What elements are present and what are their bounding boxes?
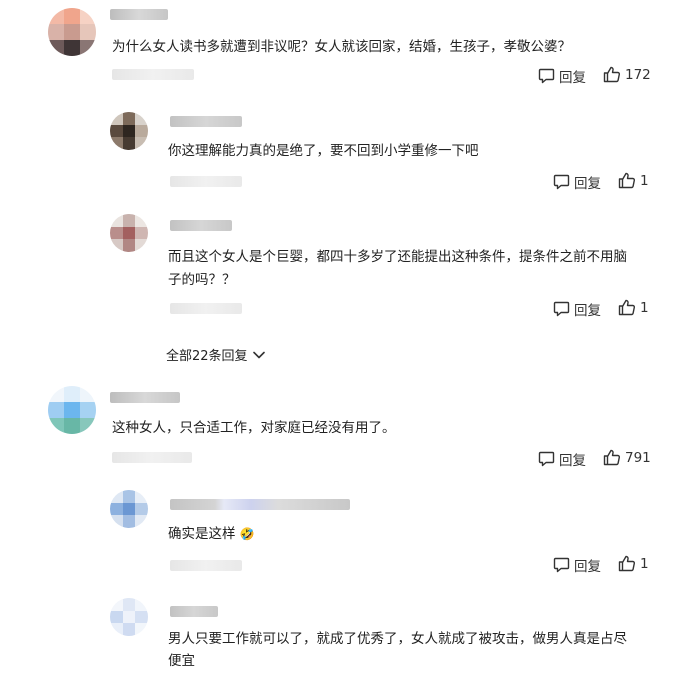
comment-bubble-icon (538, 451, 555, 467)
avatar[interactable] (110, 112, 148, 150)
username[interactable] (110, 9, 168, 20)
username[interactable] (170, 116, 242, 127)
like-count: 791 (625, 449, 651, 466)
avatar[interactable] (110, 490, 148, 528)
reply-label: 回复 (574, 303, 601, 319)
avatar[interactable] (48, 386, 96, 434)
username[interactable] (170, 606, 218, 617)
thumbs-up-icon (618, 299, 636, 316)
thumbs-up-icon (603, 66, 621, 83)
reply-label: 回复 (574, 559, 601, 575)
username[interactable] (170, 499, 350, 510)
avatar[interactable] (48, 8, 96, 56)
laughing-emoji-icon: 🤣 (239, 527, 255, 541)
reply-button[interactable]: 回复 (553, 299, 601, 319)
like-count: 1 (640, 299, 649, 316)
like-count: 1 (640, 555, 649, 572)
username[interactable] (170, 220, 232, 231)
timestamp (170, 560, 242, 571)
comment-text: 子的吗？？ (168, 272, 236, 288)
view-all-replies-label: 全部22条回复 (166, 349, 248, 364)
comment-bubble-icon (553, 174, 570, 190)
avatar[interactable] (110, 214, 148, 252)
like-button[interactable]: 1 (618, 299, 649, 316)
reply-button[interactable]: 回复 (553, 555, 601, 575)
view-all-replies-link[interactable]: 全部22条回复 (166, 345, 266, 364)
like-button[interactable]: 1 (618, 172, 649, 189)
comment-text: 而且这个女人是个巨婴，都四十多岁了还能提出这种条件，提条件之前不用脑 (168, 249, 627, 265)
timestamp (112, 69, 194, 80)
reply-button[interactable]: 回复 (538, 66, 586, 86)
thumbs-up-icon (603, 449, 621, 466)
thumbs-up-icon (618, 555, 636, 572)
timestamp (170, 176, 242, 187)
timestamp (112, 452, 192, 463)
comment-text: 你这理解能力真的是绝了，要不回到小学重修一下吧 (168, 143, 479, 159)
thumbs-up-icon (618, 172, 636, 189)
comment-text: 这种女人，只合适工作，对家庭已经没有用了。 (112, 420, 396, 436)
comment-bubble-icon (538, 68, 555, 84)
reply-label: 回复 (559, 453, 586, 469)
comment-bubble-icon (553, 557, 570, 573)
comment-text-body: 确实是这样 (168, 526, 236, 542)
username[interactable] (110, 392, 180, 403)
reply-button[interactable]: 回复 (538, 449, 586, 469)
avatar[interactable] (110, 598, 148, 636)
comment-text: 确实是这样 🤣 (168, 522, 255, 546)
like-button[interactable]: 172 (603, 66, 651, 83)
like-button[interactable]: 791 (603, 449, 651, 466)
like-button[interactable]: 1 (618, 555, 649, 572)
timestamp (170, 303, 242, 314)
comment-bubble-icon (553, 301, 570, 317)
comment-text: 便宜 (168, 653, 195, 669)
comment-text: 男人只要工作就可以了，就成了优秀了，女人就成了被攻击，做男人真是占尽 (168, 631, 627, 647)
like-count: 1 (640, 172, 649, 189)
like-count: 172 (625, 66, 651, 83)
comment-text: 为什么女人读书多就遭到非议呢？女人就该回家，结婚，生孩子，孝敬公婆？ (112, 39, 571, 55)
chevron-down-icon (252, 350, 266, 360)
reply-label: 回复 (574, 176, 601, 192)
reply-label: 回复 (559, 70, 586, 86)
reply-button[interactable]: 回复 (553, 172, 601, 192)
